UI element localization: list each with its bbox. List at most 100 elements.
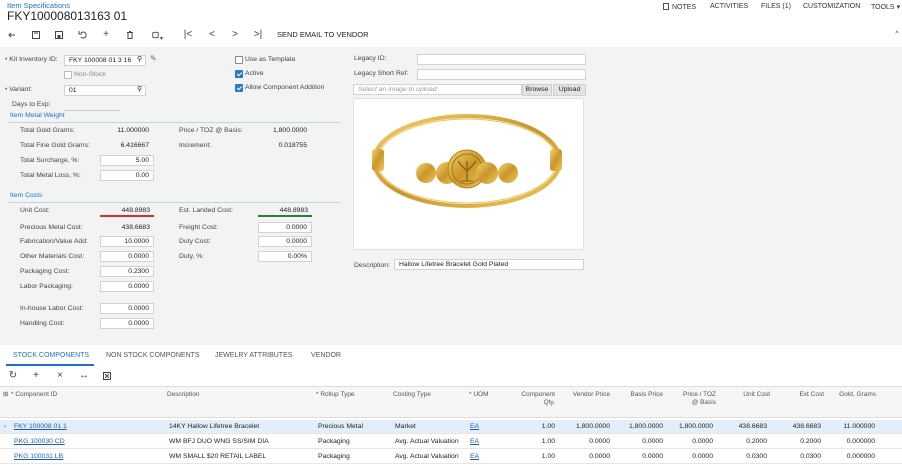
copy-paste-icon[interactable]: ▾ <box>148 28 166 42</box>
kit-inventory-id-field[interactable]: FKY 100008 01 3 16 ⚲ <box>64 55 146 66</box>
freight-cost-field[interactable]: 0.0000 <box>258 222 312 233</box>
row-selector-icon[interactable]: › <box>4 423 6 430</box>
image-upload-field[interactable]: Select an image to upload <box>353 84 522 95</box>
column-settings-icon[interactable]: ⊞ <box>3 391 8 399</box>
packaging-cost-field[interactable]: 0.2300 <box>100 266 154 277</box>
section-divider <box>8 122 340 123</box>
delete-row-icon[interactable]: × <box>53 369 67 383</box>
other-materials-label: Other Materials Cost: <box>20 253 85 260</box>
col-vendor-price[interactable]: Vendor Price <box>560 391 610 399</box>
save-close-icon[interactable] <box>29 28 43 42</box>
allow-component-addition-label: Allow Component Addition <box>245 84 325 91</box>
description-cell: 14KY Hallow Lifetree Bracelet <box>169 423 260 430</box>
add-row-icon[interactable]: + <box>29 369 43 383</box>
legacy-id-field[interactable] <box>417 54 586 65</box>
col-component-id[interactable]: * Component ID <box>11 391 57 399</box>
component-id-link[interactable]: FKY 100008 01 1 <box>14 423 67 430</box>
col-component-qty[interactable]: Component Qty. <box>510 391 555 407</box>
inhouse-labor-label: In-house Labor Cost: <box>20 305 84 312</box>
last-record-icon[interactable]: >| <box>251 28 265 42</box>
files-menu[interactable]: FILES (1) <box>761 3 791 10</box>
col-rollup-type[interactable]: * Rollup Type <box>316 391 355 399</box>
send-email-to-vendor-button[interactable]: SEND EMAIL TO VENDOR <box>277 30 369 39</box>
total-metal-loss-field[interactable]: 0.00 <box>100 170 154 181</box>
col-unit-cost[interactable]: Unit Cost <box>720 391 770 399</box>
browse-button[interactable]: Browse <box>522 84 552 96</box>
days-to-exp-field[interactable] <box>64 100 120 111</box>
uom-link[interactable]: EA <box>470 453 479 460</box>
total-surcharge-label: Total Surcharge, %: <box>20 157 80 164</box>
total-gold-grams-value: 11.000000 <box>117 127 149 134</box>
rollup-type-cell: Packaging <box>318 453 350 460</box>
tab-stock-components[interactable]: STOCK COMPONENTS <box>13 352 89 359</box>
costing-type-cell: Avg. Actual Valuation <box>395 438 459 445</box>
unit-cost-cell: 438.6683 <box>738 423 767 430</box>
table-row[interactable]: PKG 100031 LB WM SMALL $20 RETAIL LABEL … <box>0 450 902 464</box>
price-toz-cell: 0.0000 <box>692 438 713 445</box>
inhouse-labor-field[interactable]: 0.0000 <box>100 303 154 314</box>
undo-icon[interactable] <box>76 28 90 42</box>
collapse-icon[interactable]: ^ <box>890 28 902 42</box>
tab-non-stock-components[interactable]: NON STOCK COMPONENTS <box>106 352 200 359</box>
total-surcharge-field[interactable]: 5.00 <box>100 155 154 166</box>
handling-cost-label: Handling Cost: <box>20 320 65 327</box>
use-as-template-checkbox[interactable] <box>235 56 243 64</box>
section-divider <box>8 202 340 203</box>
col-costing-type[interactable]: Costing Type <box>393 391 431 399</box>
other-materials-field[interactable]: 0.0000 <box>100 251 154 262</box>
add-icon[interactable]: + <box>99 28 113 42</box>
activities-menu[interactable]: ACTIVITIES <box>710 3 748 10</box>
allow-component-addition-checkbox[interactable] <box>235 84 243 92</box>
search-icon[interactable]: ⚲ <box>137 56 142 64</box>
col-uom[interactable]: * UOM <box>469 391 489 399</box>
freight-cost-label: Freight Cost: <box>179 224 218 231</box>
first-record-icon[interactable]: |< <box>181 28 195 42</box>
toolbar: + ▾ |< < > >| SEND EMAIL TO VENDOR ^ <box>0 28 902 42</box>
table-row[interactable]: › FKY 100008 01 1 14KY Hallow Lifetree B… <box>0 420 902 434</box>
table-row[interactable]: PKG 100030 CD WM BFJ DUO WNG SS/SIM DIA … <box>0 435 902 449</box>
delete-icon[interactable] <box>123 28 137 42</box>
col-gold-grams[interactable]: Gold, Grams <box>828 391 876 399</box>
refresh-icon[interactable]: ↻ <box>6 369 20 383</box>
fit-columns-icon[interactable]: ↔ <box>77 369 91 383</box>
use-as-template-label: Use as Template <box>245 56 296 63</box>
component-id-link[interactable]: PKG 100030 CD <box>14 438 65 445</box>
col-description[interactable]: Description <box>167 391 200 399</box>
legacy-short-ref-field[interactable] <box>417 69 586 80</box>
tab-vendor[interactable]: VENDOR <box>311 352 341 359</box>
duty-percent-field[interactable]: 0.00% <box>258 251 312 262</box>
non-stock-checkbox[interactable] <box>64 71 72 79</box>
fabrication-label: Fabrication/Value Add: <box>20 238 88 245</box>
variant-field[interactable]: 01 ⚲ <box>64 85 146 96</box>
tools-menu[interactable]: TOOLS ▾ <box>871 3 900 11</box>
search-icon[interactable]: ⚲ <box>137 86 142 94</box>
handling-cost-field[interactable]: 0.0000 <box>100 318 154 329</box>
unit-cost-label: Unit Cost: <box>20 207 50 214</box>
component-id-link[interactable]: PKG 100031 LB <box>14 453 63 460</box>
description-field[interactable]: Hallow Lifetree Bracelet Gold Plated <box>394 259 584 270</box>
col-ext-cost[interactable]: Ext Cost <box>774 391 824 399</box>
item-costs-section-title: Item Costs <box>10 192 43 199</box>
uom-link[interactable]: EA <box>470 438 479 445</box>
col-basis-price[interactable]: Basis Price <box>613 391 663 399</box>
est-landed-cost-value: 448.8983 <box>258 206 312 217</box>
duty-cost-field[interactable]: 0.0000 <box>258 236 312 247</box>
fabrication-field[interactable]: 10.0000 <box>100 236 154 247</box>
col-price-toz[interactable]: Price / TOZ @ Basis <box>666 391 716 407</box>
upload-button[interactable]: Upload <box>553 84 586 96</box>
back-icon[interactable] <box>5 28 19 42</box>
notes-menu[interactable]: NOTES <box>663 3 696 11</box>
variant-label: • Variant: <box>5 86 33 93</box>
est-landed-cost-label: Est. Landed Cost: <box>179 207 234 214</box>
export-excel-icon[interactable] <box>100 369 114 383</box>
customization-menu[interactable]: CUSTOMIZATION <box>803 3 860 10</box>
edit-icon[interactable]: ✎ <box>150 54 157 63</box>
next-record-icon[interactable]: > <box>228 28 242 42</box>
uom-link[interactable]: EA <box>470 423 479 430</box>
save-icon[interactable] <box>52 28 66 42</box>
tab-jewelry-attributes[interactable]: JEWELRY ATTRIBUTES <box>215 352 292 359</box>
labor-packaging-field[interactable]: 0.0000 <box>100 281 154 292</box>
active-checkbox[interactable] <box>235 70 243 78</box>
previous-record-icon[interactable]: < <box>205 28 219 42</box>
basis-price-cell: 0.0000 <box>642 453 663 460</box>
